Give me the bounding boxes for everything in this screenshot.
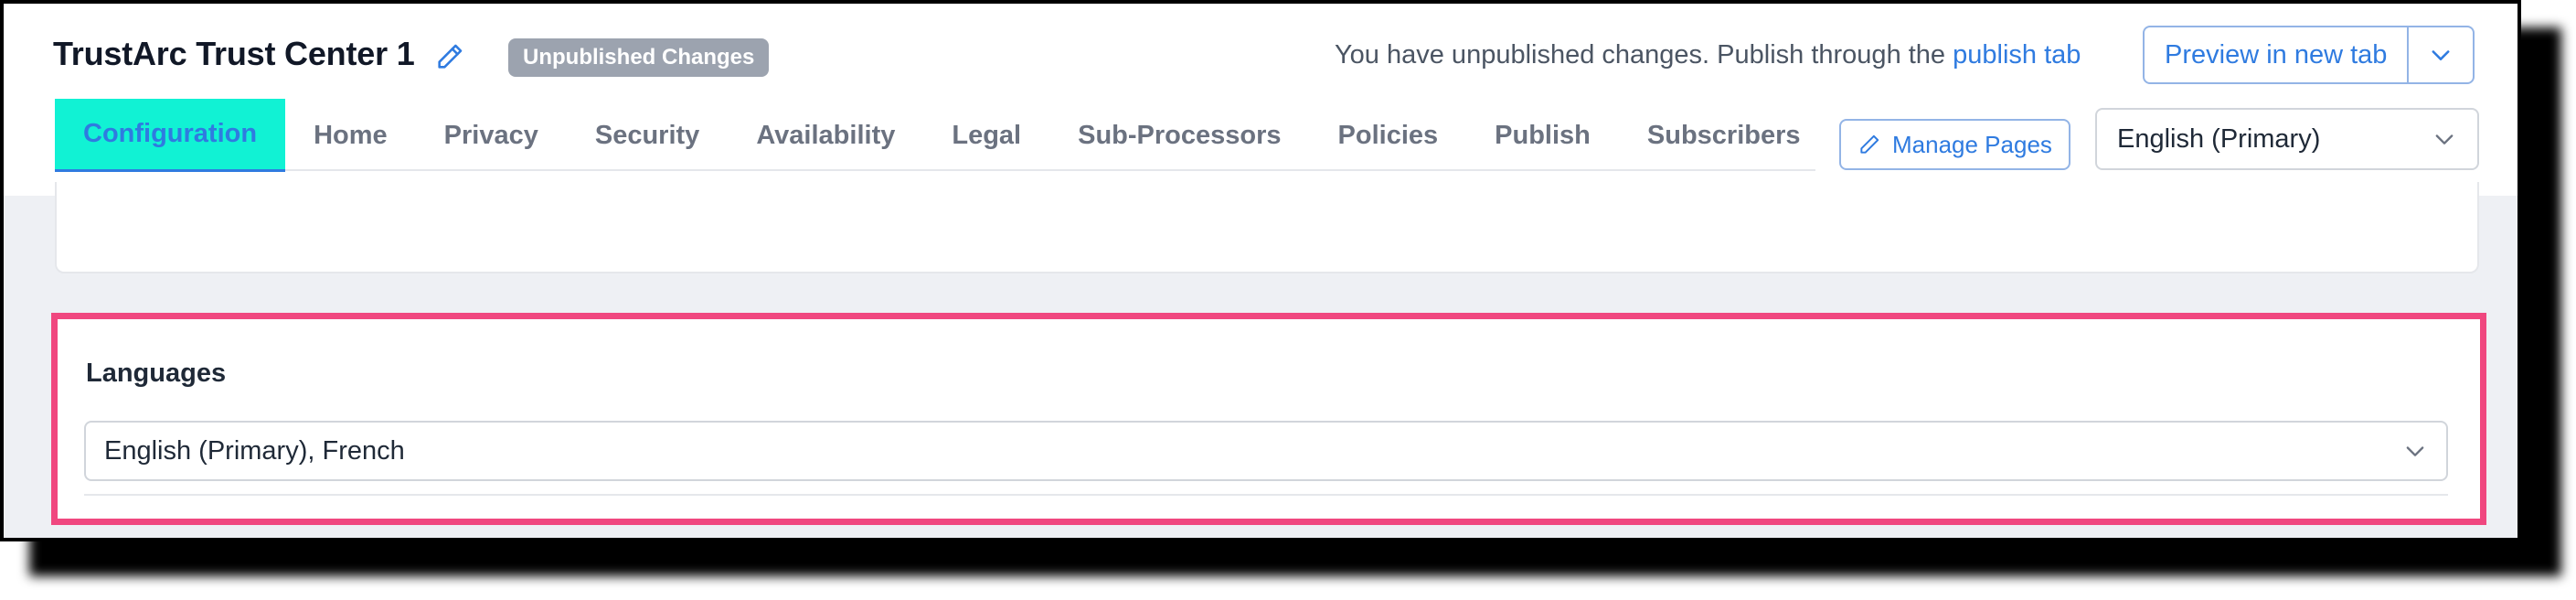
languages-value: English (Primary), French: [104, 435, 405, 466]
status-badge: Unpublished Changes: [508, 38, 770, 77]
chevron-down-icon: [2406, 446, 2424, 456]
tab-security[interactable]: Security: [567, 99, 728, 172]
language-select-value: English (Primary): [2117, 123, 2321, 154]
chevron-down-icon: [2432, 50, 2450, 60]
notice-text: You have unpublished changes. Publish th…: [1335, 40, 1946, 70]
edit-title-button[interactable]: [431, 38, 468, 75]
languages-card: Languages English (Primary), French: [64, 326, 2474, 509]
manage-pages-button[interactable]: Manage Pages: [1839, 119, 2070, 170]
page-title: TrustArc Trust Center 1: [53, 35, 415, 72]
tab-home[interactable]: Home: [285, 99, 416, 172]
tab-publish[interactable]: Publish: [1466, 99, 1619, 172]
tab-subscribers[interactable]: Subscribers: [1619, 99, 1829, 172]
preview-in-new-tab-button[interactable]: Preview in new tab: [2145, 27, 2407, 82]
preview-button-group: Preview in new tab: [2143, 26, 2475, 84]
tab-bar: Configuration Home Privacy Security Avai…: [55, 99, 1829, 172]
tab-sub-processors[interactable]: Sub-Processors: [1049, 99, 1309, 172]
publish-tab-link[interactable]: publish tab: [1953, 40, 2081, 70]
language-select[interactable]: English (Primary): [2095, 108, 2479, 170]
unpublished-notice: You have unpublished changes. Publish th…: [1335, 40, 2081, 70]
tab-legal[interactable]: Legal: [923, 99, 1049, 172]
languages-label: Languages: [86, 359, 227, 388]
preview-options-dropdown[interactable]: [2407, 27, 2473, 82]
manage-pages-label: Manage Pages: [1892, 130, 2052, 158]
chevron-down-icon: [2435, 134, 2454, 145]
tab-policies[interactable]: Policies: [1310, 99, 1467, 172]
app-window: TrustArc Trust Center 1 Unpublished Chan…: [0, 0, 2521, 541]
pencil-icon: [1860, 134, 1879, 154]
languages-multiselect[interactable]: English (Primary), French: [84, 421, 2448, 481]
pencil-icon: [438, 44, 463, 69]
card-divider: [84, 494, 2448, 496]
tab-configuration[interactable]: Configuration: [55, 99, 286, 172]
header: TrustArc Trust Center 1 Unpublished Chan…: [4, 4, 2517, 196]
tab-privacy[interactable]: Privacy: [416, 99, 567, 172]
settings-card: [55, 182, 2479, 273]
tab-availability[interactable]: Availability: [728, 99, 923, 172]
